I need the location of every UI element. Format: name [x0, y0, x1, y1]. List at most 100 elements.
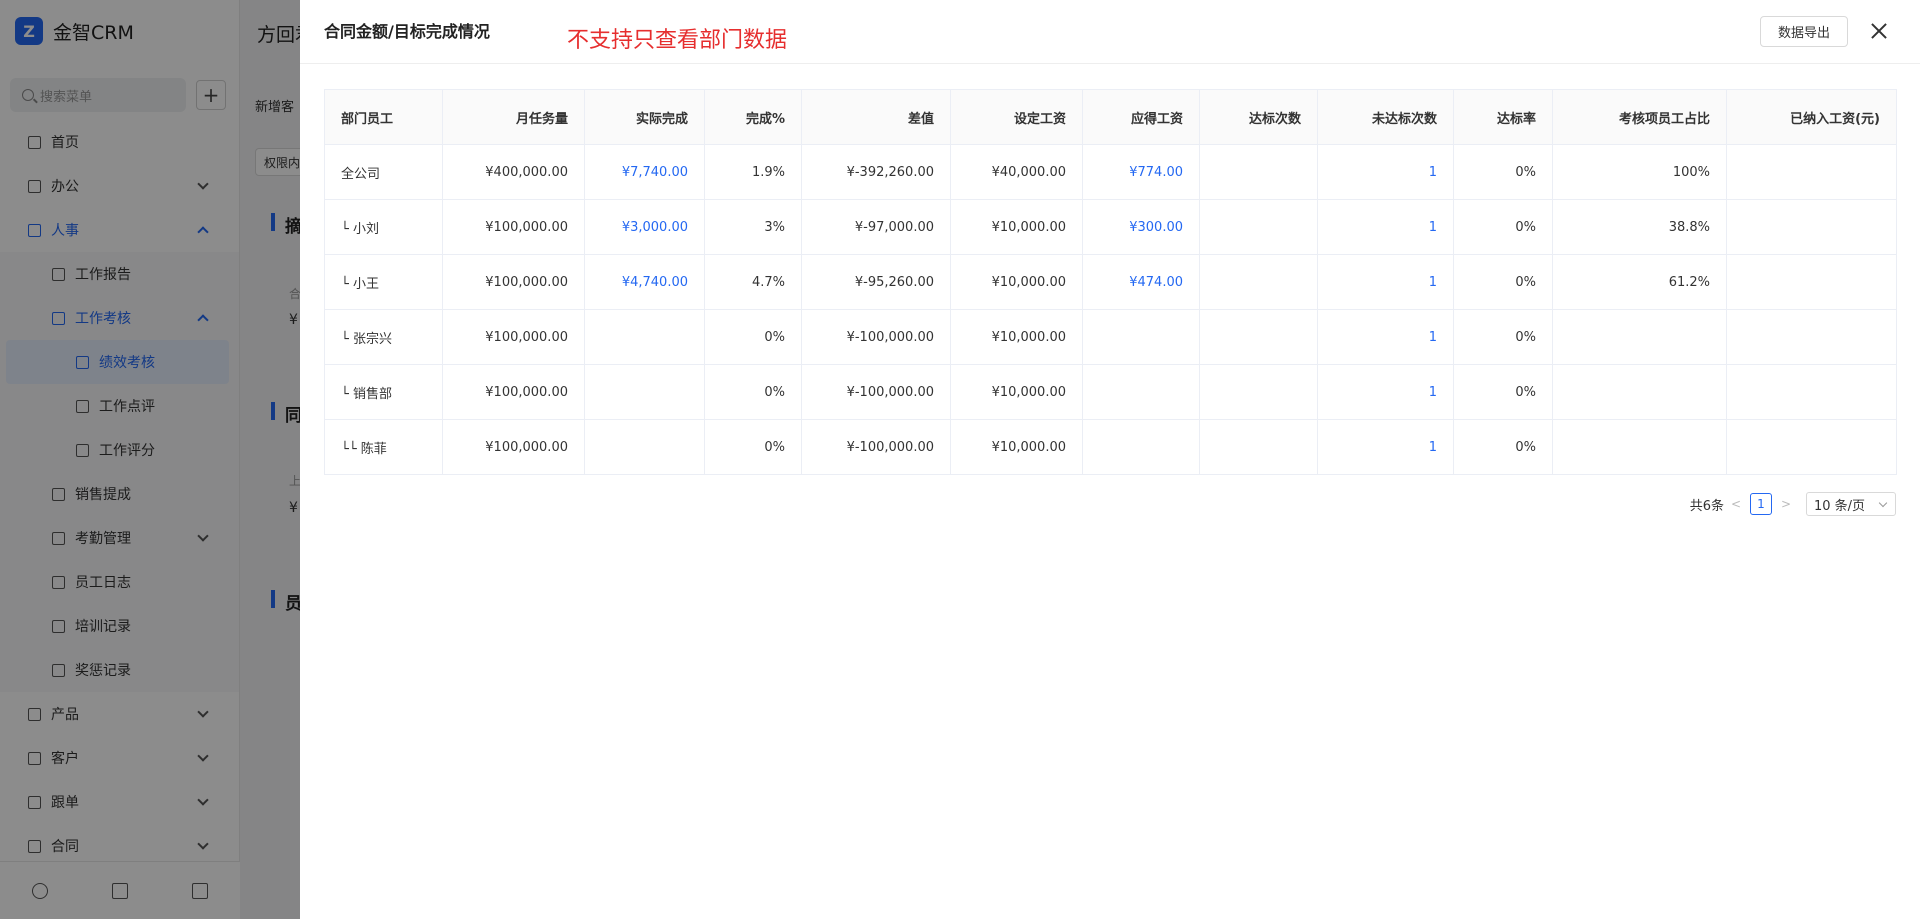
total-count: 共6条 [1689, 498, 1724, 514]
chevron-left-icon[interactable]: < [1728, 496, 1744, 512]
column-header: 月任务量 [442, 89, 585, 145]
cell-set-salary: ¥10,000.00 [950, 254, 1083, 310]
cell-difference: ¥-100,000.00 [801, 364, 951, 420]
cell-met-rate: 0% [1453, 364, 1553, 420]
cell-employee-share: 38.8% [1552, 199, 1727, 255]
cell-set-salary: ¥10,000.00 [950, 419, 1083, 475]
cell-included-salary [1726, 309, 1897, 365]
cell-unmet-count-link[interactable]: 1 [1317, 419, 1454, 475]
cell-due-salary-link[interactable] [1082, 419, 1200, 475]
cell-completion-rate: 0% [704, 419, 802, 475]
cell-difference: ¥-100,000.00 [801, 419, 951, 475]
cell-difference: ¥-95,260.00 [801, 254, 951, 310]
page-size-label: 10 条/页 [1814, 498, 1866, 514]
column-header: 已纳入工资(元) [1726, 89, 1897, 145]
cell-included-salary [1726, 144, 1897, 200]
cell-met-rate: 0% [1453, 309, 1553, 365]
cell-unmet-count-link[interactable]: 1 [1317, 364, 1454, 420]
cell-difference: ¥-100,000.00 [801, 309, 951, 365]
detail-drawer: 合同金额/目标完成情况 不支持只查看部门数据 数据导出 部门员工 月任务量 实际… [300, 0, 1920, 919]
cell-difference: ¥-97,000.00 [801, 199, 951, 255]
cell-employee-share [1552, 309, 1727, 365]
cell-included-salary [1726, 199, 1897, 255]
cell-monthly-target: ¥100,000.00 [442, 199, 585, 255]
table-row: └ 小刘 ¥100,000.00 ¥3,000.00 3% ¥-97,000.0… [324, 199, 1897, 255]
column-header: 部门员工 [324, 89, 443, 145]
cell-included-salary [1726, 254, 1897, 310]
cell-met-count [1199, 364, 1318, 420]
table-body: 全公司 ¥400,000.00 ¥7,740.00 1.9% ¥-392,260… [324, 144, 1897, 475]
table-row: └ 销售部 ¥100,000.00 0% ¥-100,000.00 ¥10,00… [324, 364, 1897, 420]
cell-employee-share: 61.2% [1552, 254, 1727, 310]
cell-department: └ 张宗兴 [324, 309, 443, 365]
cell-completion-rate: 0% [704, 309, 802, 365]
cell-actual-link[interactable]: ¥7,740.00 [584, 144, 705, 200]
cell-department: 全公司 [324, 144, 443, 200]
cell-included-salary [1726, 419, 1897, 475]
cell-unmet-count-link[interactable]: 1 [1317, 199, 1454, 255]
page-number-current[interactable]: 1 [1750, 493, 1772, 515]
cell-department: └ 小王 [324, 254, 443, 310]
cell-met-count [1199, 144, 1318, 200]
column-header: 实际完成 [584, 89, 705, 145]
cell-employee-share [1552, 364, 1727, 420]
cell-difference: ¥-392,260.00 [801, 144, 951, 200]
cell-completion-rate: 0% [704, 364, 802, 420]
table-row: 全公司 ¥400,000.00 ¥7,740.00 1.9% ¥-392,260… [324, 144, 1897, 200]
close-icon[interactable] [1868, 20, 1890, 42]
cell-set-salary: ¥40,000.00 [950, 144, 1083, 200]
cell-unmet-count-link[interactable]: 1 [1317, 309, 1454, 365]
cell-met-rate: 0% [1453, 144, 1553, 200]
cell-monthly-target: ¥100,000.00 [442, 254, 585, 310]
cell-monthly-target: ¥100,000.00 [442, 364, 585, 420]
chevron-right-icon[interactable]: > [1778, 496, 1794, 512]
cell-actual-link[interactable] [584, 419, 705, 475]
cell-actual-link[interactable] [584, 309, 705, 365]
column-header: 设定工资 [950, 89, 1083, 145]
cell-department: └ 小刘 [324, 199, 443, 255]
chevron-down-icon [1878, 498, 1888, 508]
cell-due-salary-link[interactable]: ¥474.00 [1082, 254, 1200, 310]
table-header-row: 部门员工 月任务量 实际完成 完成% 差值 设定工资 应得工资 达标次数 未达标… [324, 89, 1897, 145]
cell-met-count [1199, 254, 1318, 310]
cell-monthly-target: ¥100,000.00 [442, 419, 585, 475]
drawer-title: 合同金额/目标完成情况 [324, 22, 490, 41]
cell-unmet-count-link[interactable]: 1 [1317, 254, 1454, 310]
cell-completion-rate: 1.9% [704, 144, 802, 200]
cell-actual-link[interactable] [584, 364, 705, 420]
performance-table: 部门员工 月任务量 实际完成 完成% 差值 设定工资 应得工资 达标次数 未达标… [324, 89, 1897, 475]
cell-met-count [1199, 309, 1318, 365]
cell-met-rate: 0% [1453, 419, 1553, 475]
cell-set-salary: ¥10,000.00 [950, 364, 1083, 420]
column-header: 达标次数 [1199, 89, 1318, 145]
cell-actual-link[interactable]: ¥3,000.00 [584, 199, 705, 255]
cell-monthly-target: ¥400,000.00 [442, 144, 585, 200]
cell-department: └└ 陈菲 [324, 419, 443, 475]
cell-due-salary-link[interactable]: ¥300.00 [1082, 199, 1200, 255]
cell-set-salary: ¥10,000.00 [950, 309, 1083, 365]
cell-included-salary [1726, 364, 1897, 420]
cell-actual-link[interactable]: ¥4,740.00 [584, 254, 705, 310]
cell-due-salary-link[interactable]: ¥774.00 [1082, 144, 1200, 200]
cell-unmet-count-link[interactable]: 1 [1317, 144, 1454, 200]
cell-set-salary: ¥10,000.00 [950, 199, 1083, 255]
cell-met-rate: 0% [1453, 254, 1553, 310]
export-button[interactable]: 数据导出 [1760, 16, 1848, 47]
table-row: └└ 陈菲 ¥100,000.00 0% ¥-100,000.00 ¥10,00… [324, 419, 1897, 475]
column-header: 未达标次数 [1317, 89, 1454, 145]
column-header: 考核项员工占比 [1552, 89, 1727, 145]
column-header: 完成% [704, 89, 802, 145]
column-header: 应得工资 [1082, 89, 1200, 145]
cell-due-salary-link[interactable] [1082, 364, 1200, 420]
cell-completion-rate: 3% [704, 199, 802, 255]
cell-met-rate: 0% [1453, 199, 1553, 255]
cell-met-count [1199, 419, 1318, 475]
cell-employee-share: 100% [1552, 144, 1727, 200]
cell-department: └ 销售部 [324, 364, 443, 420]
table-row: └ 小王 ¥100,000.00 ¥4,740.00 4.7% ¥-95,260… [324, 254, 1897, 310]
drawer-note: 不支持只查看部门数据 [567, 28, 788, 53]
cell-employee-share [1552, 419, 1727, 475]
cell-completion-rate: 4.7% [704, 254, 802, 310]
page-size-select[interactable]: 10 条/页 [1806, 492, 1896, 516]
cell-due-salary-link[interactable] [1082, 309, 1200, 365]
